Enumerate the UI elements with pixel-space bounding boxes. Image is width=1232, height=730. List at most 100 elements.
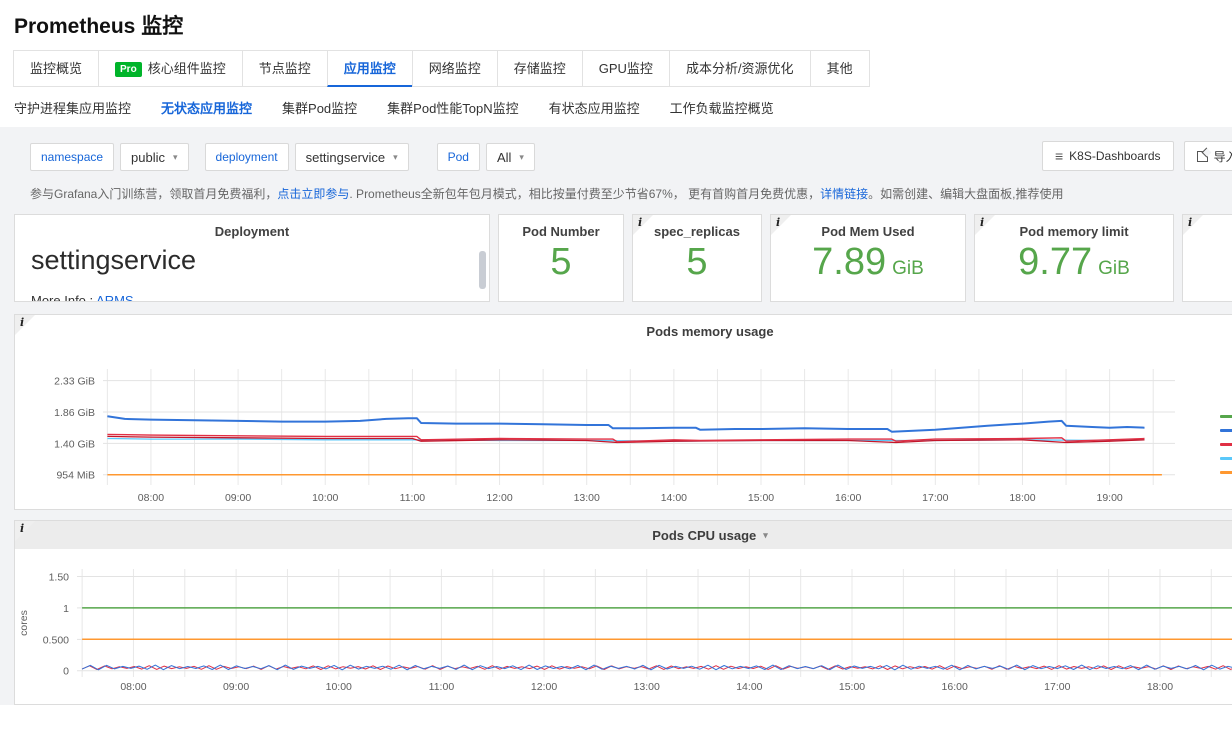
svg-text:10:00: 10:00 bbox=[326, 681, 352, 693]
stat-title: Pod Number bbox=[499, 224, 623, 239]
memory-chart-title: Pods memory usage bbox=[15, 315, 1232, 347]
page: Prometheus 监控 监控概览 Pro核心组件监控 节点监控 应用监控 网… bbox=[0, 10, 1232, 705]
promo-notice: 参与Grafana入门训练营，领取首月免费福利，点击立即参与. Promethe… bbox=[30, 185, 1232, 202]
import-dashboard-button[interactable]: 导入( bbox=[1184, 141, 1232, 171]
deployment-label: deployment bbox=[205, 143, 289, 171]
tab-other[interactable]: 其他 bbox=[810, 50, 870, 87]
secondary-tabs: 守护进程集应用监控 无状态应用监控 集群Pod监控 集群Pod性能TopN监控 … bbox=[14, 87, 1232, 127]
info-corner bbox=[771, 215, 791, 235]
filter-bar: namespace public▾ deployment settingserv… bbox=[30, 141, 1232, 173]
svg-text:17:00: 17:00 bbox=[1044, 681, 1070, 693]
stat-title: Pod Mem Used bbox=[771, 224, 965, 239]
namespace-select[interactable]: public▾ bbox=[120, 143, 189, 171]
tab-stateful-app[interactable]: 有状态应用监控 bbox=[549, 98, 640, 117]
legend-item[interactable] bbox=[1220, 471, 1232, 474]
svg-text:cores: cores bbox=[18, 610, 30, 636]
svg-text:16:00: 16:00 bbox=[942, 681, 968, 693]
tab-app-monitor[interactable]: 应用监控 bbox=[327, 50, 413, 87]
svg-text:1.40 GiB: 1.40 GiB bbox=[54, 438, 95, 450]
svg-text:18:00: 18:00 bbox=[1009, 492, 1035, 504]
tab-cluster-pod-topn[interactable]: 集群Pod性能TopN监控 bbox=[387, 98, 518, 117]
namespace-label: namespace bbox=[30, 143, 114, 171]
info-icon[interactable]: i bbox=[980, 217, 984, 228]
memory-chart-legend bbox=[1220, 415, 1232, 474]
svg-text:0.500: 0.500 bbox=[43, 634, 69, 646]
info-icon[interactable]: i bbox=[638, 217, 642, 228]
tab-storage-monitor[interactable]: 存储监控 bbox=[497, 50, 583, 87]
page-title: Prometheus 监控 bbox=[14, 10, 1232, 40]
svg-text:0: 0 bbox=[63, 666, 69, 678]
svg-text:15:00: 15:00 bbox=[839, 681, 865, 693]
tab-gpu-monitor[interactable]: GPU监控 bbox=[582, 50, 670, 87]
pro-badge: Pro bbox=[115, 62, 142, 77]
join-now-link[interactable]: 点击立即参与 bbox=[277, 187, 349, 201]
info-icon[interactable]: i bbox=[776, 217, 780, 228]
chevron-down-icon: ▾ bbox=[393, 152, 398, 163]
tab-node-monitor[interactable]: 节点监控 bbox=[242, 50, 328, 87]
legend-item[interactable] bbox=[1220, 457, 1232, 460]
deployment-select[interactable]: settingservice▾ bbox=[295, 143, 409, 171]
info-icon[interactable]: i bbox=[20, 317, 24, 328]
arms-link[interactable]: ARMS bbox=[96, 293, 134, 302]
stat-panel-pod-mem-used: i Pod Mem Used 7.89GiB bbox=[770, 214, 966, 302]
stat-panels-row: Deployment settingservice More Info : AR… bbox=[14, 214, 1232, 302]
pod-number-value: 5 bbox=[499, 241, 623, 283]
tab-stateless-app[interactable]: 无状态应用监控 bbox=[161, 98, 252, 117]
svg-text:954 MiB: 954 MiB bbox=[56, 470, 95, 482]
more-info: More Info : ARMS bbox=[31, 293, 134, 302]
svg-text:15:00: 15:00 bbox=[748, 492, 774, 504]
tab-monitor-overview[interactable]: 监控概览 bbox=[13, 50, 99, 87]
svg-text:11:00: 11:00 bbox=[400, 492, 426, 504]
svg-text:18:00: 18:00 bbox=[1147, 681, 1173, 693]
tab-cost-analysis[interactable]: 成本分析/资源优化 bbox=[669, 50, 811, 87]
svg-text:2.33 GiB: 2.33 GiB bbox=[54, 376, 95, 388]
tab-network-monitor[interactable]: 网络监控 bbox=[412, 50, 498, 87]
info-corner bbox=[15, 521, 35, 541]
pods-memory-usage-chart: 954 MiB 1.40 GiB 1.86 GiB 2.33 GiB 08:00 09:0… bbox=[15, 347, 1232, 509]
svg-text:12:00: 12:00 bbox=[531, 681, 557, 693]
svg-text:19:00: 19:00 bbox=[1096, 492, 1122, 504]
pod-label: Pod bbox=[437, 143, 480, 171]
info-corner bbox=[633, 215, 653, 235]
legend-item[interactable] bbox=[1220, 429, 1232, 432]
info-icon[interactable]: i bbox=[1188, 217, 1192, 228]
svg-text:1.50: 1.50 bbox=[49, 572, 70, 584]
info-icon[interactable]: i bbox=[20, 523, 24, 534]
details-link[interactable]: 详情链接 bbox=[820, 187, 868, 201]
legend-item[interactable] bbox=[1220, 443, 1232, 446]
svg-text:13:00: 13:00 bbox=[634, 681, 660, 693]
chevron-down-icon: ▾ bbox=[173, 152, 178, 163]
stat-title: Deployment bbox=[15, 224, 489, 239]
svg-text:17:00: 17:00 bbox=[922, 492, 948, 504]
info-corner bbox=[975, 215, 995, 235]
tab-core-components[interactable]: Pro核心组件监控 bbox=[98, 50, 243, 87]
tab-workload-overview[interactable]: 工作负载监控概览 bbox=[670, 98, 774, 117]
svg-text:09:00: 09:00 bbox=[225, 492, 251, 504]
svg-text:14:00: 14:00 bbox=[736, 681, 762, 693]
pod-memory-limit-value: 9.77GiB bbox=[975, 241, 1173, 290]
tab-cluster-pod[interactable]: 集群Pod监控 bbox=[282, 98, 357, 117]
pod-mem-used-value: 7.89GiB bbox=[771, 241, 965, 290]
stat-panel-deployment: Deployment settingservice More Info : AR… bbox=[14, 214, 490, 302]
panel-scrollbar[interactable] bbox=[479, 251, 486, 289]
svg-text:11:00: 11:00 bbox=[429, 681, 455, 693]
pod-select[interactable]: All▾ bbox=[486, 143, 535, 171]
info-corner bbox=[15, 315, 35, 335]
svg-text:10:00: 10:00 bbox=[312, 492, 338, 504]
svg-text:08:00: 08:00 bbox=[120, 681, 146, 693]
cpu-chart-title[interactable]: Pods CPU usage▾ bbox=[15, 521, 1232, 549]
k8s-dashboards-button[interactable]: ≡K8S-Dashboards bbox=[1042, 141, 1174, 171]
stat-title: Pod memory limit bbox=[975, 224, 1173, 239]
svg-text:1.86 GiB: 1.86 GiB bbox=[54, 407, 95, 419]
svg-text:09:00: 09:00 bbox=[223, 681, 249, 693]
legend-item[interactable] bbox=[1220, 415, 1232, 418]
chevron-down-icon: ▾ bbox=[763, 530, 768, 541]
stat-panel-clipped: i bbox=[1182, 214, 1232, 302]
svg-text:08:00: 08:00 bbox=[138, 492, 164, 504]
tab-daemonset-app[interactable]: 守护进程集应用监控 bbox=[14, 98, 131, 117]
pods-memory-usage-panel: i Pods memory usage 954 MiB 1.40 GiB 1.86 … bbox=[14, 314, 1232, 510]
pods-cpu-usage-chart: 0 0.500 1 1.50 08:00 09:00 10:00 11:00 12:00 13:0… bbox=[15, 549, 1232, 704]
svg-text:14:00: 14:00 bbox=[661, 492, 687, 504]
svg-text:1: 1 bbox=[63, 603, 69, 615]
svg-text:12:00: 12:00 bbox=[486, 492, 512, 504]
